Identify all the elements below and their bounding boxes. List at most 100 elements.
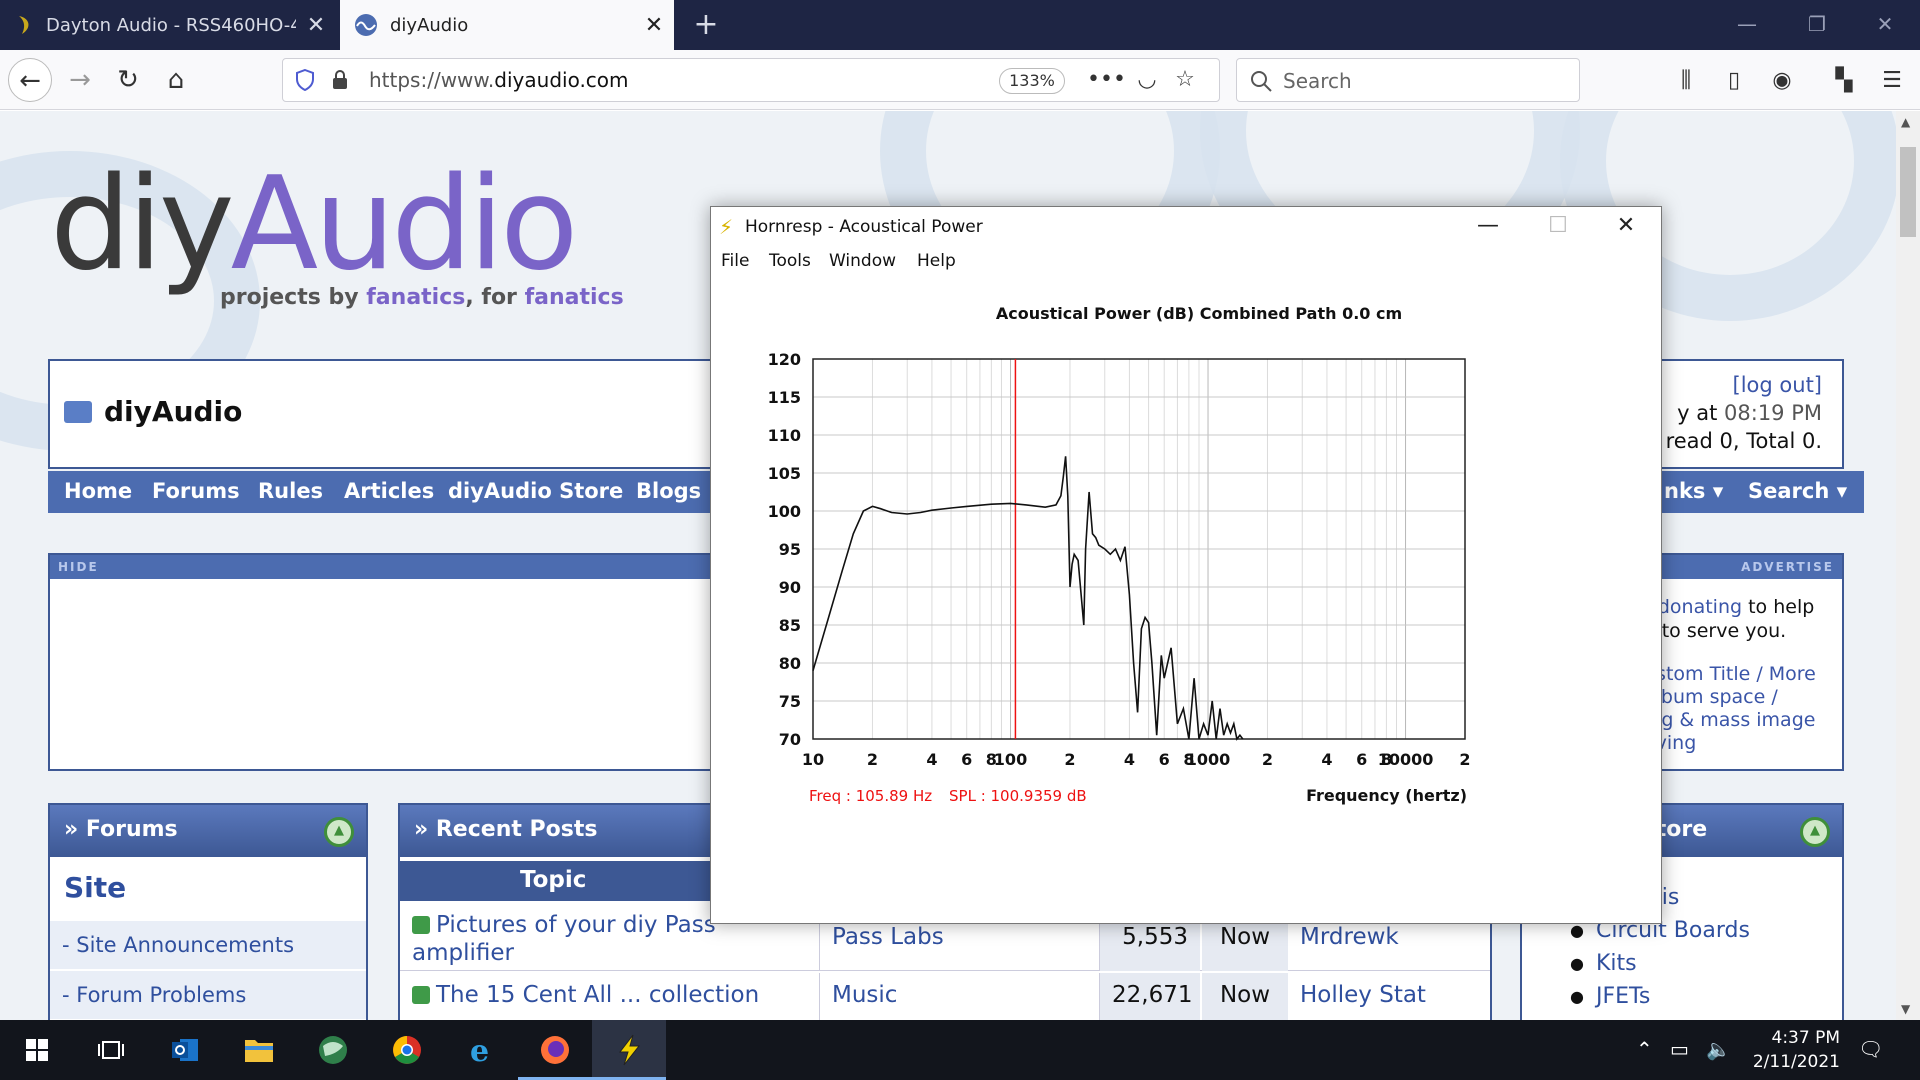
page-scrollbar[interactable]: ▲ ▼ (1896, 111, 1920, 1020)
topic-header-label[interactable]: Topic (520, 867, 586, 893)
system-clock[interactable]: 4:37 PM 2/11/2021 (1753, 1026, 1840, 1074)
topic-cell[interactable]: The 15 Cent All ... collection (400, 973, 820, 1020)
donate-link[interactable]: donating (1658, 596, 1742, 618)
forum-item[interactable]: - Forum Problems (50, 969, 366, 1019)
user-cell[interactable]: Holley Stat (1288, 973, 1488, 1020)
benefit-line: ustom Title / More (1644, 663, 1816, 685)
acoustical-power-series-line (812, 456, 1244, 741)
scroll-thumb[interactable] (1900, 147, 1916, 237)
extensions-icon[interactable]: ▚ (1826, 64, 1862, 98)
taskbar-hornresp[interactable] (592, 1020, 666, 1080)
forum-cell[interactable]: Music (820, 973, 1100, 1020)
menu-file[interactable]: File (721, 251, 749, 271)
taskbar-firefox[interactable] (518, 1020, 592, 1080)
clock-time: 4:37 PM (1771, 1028, 1841, 1048)
hornresp-window[interactable]: ⚡ Hornresp - Acoustical Power — ☐ ✕ File… (710, 206, 1662, 924)
show-hidden-icons-chevron-icon[interactable]: ⌃ (1636, 1037, 1653, 1061)
menu-tools[interactable]: Tools (769, 251, 811, 271)
restore-icon[interactable]: ❐ (1782, 0, 1852, 50)
menu-window[interactable]: Window (829, 251, 896, 271)
nav-forums[interactable]: Forums (152, 479, 240, 503)
url-bar[interactable]: https://www.diyaudio.com 133% ••• ◡ ☆ (282, 58, 1220, 102)
nav-search[interactable]: Search ▾ (1748, 479, 1847, 503)
close-icon[interactable]: ✕ (1591, 207, 1661, 247)
back-button[interactable]: ← (8, 58, 52, 102)
url-domain: diyaudio.com (494, 68, 629, 92)
store-link-kits[interactable]: Kits (1570, 951, 1636, 976)
lightning-bolt-icon: ⚡ (719, 215, 734, 239)
y-tick-label: 75 (779, 692, 801, 711)
nav-articles[interactable]: Articles (344, 479, 434, 503)
menu-hamburger-icon[interactable]: ☰ (1874, 64, 1910, 98)
x-tick-label: 10000 (1378, 750, 1434, 769)
tab-diyaudio[interactable]: diyAudio ✕ (340, 0, 674, 50)
home-button[interactable]: ⌂ (154, 58, 198, 102)
nav-store[interactable]: diyAudio Store (448, 479, 623, 503)
globe-icon (319, 1036, 347, 1064)
forward-button[interactable]: → (58, 58, 102, 102)
close-window-icon[interactable]: ✕ (1850, 0, 1920, 50)
x-tick-label: 10 (802, 750, 824, 769)
y-tick-label: 120 (768, 350, 801, 369)
volume-icon[interactable]: 🔈 (1706, 1037, 1731, 1061)
forum-section-site[interactable]: Site (64, 871, 126, 904)
library-icon[interactable]: ⫼ (1668, 64, 1704, 98)
nav-blogs[interactable]: Blogs (636, 479, 701, 503)
taskbar-outlook[interactable] (148, 1020, 222, 1080)
bookmark-star-icon[interactable]: ☆ (1167, 63, 1203, 97)
topic-title[interactable]: amplifier (412, 940, 514, 966)
zoom-level-badge[interactable]: 133% (999, 68, 1065, 94)
collapse-icon[interactable]: ▲ (324, 817, 354, 847)
benefit-line: ing & mass image (1644, 709, 1816, 731)
new-tab-button[interactable]: + (686, 6, 726, 44)
thread-icon (412, 916, 430, 934)
menu-help[interactable]: Help (917, 251, 956, 271)
topic-title[interactable]: Pictures of your diy Pass (436, 912, 716, 938)
battery-icon[interactable]: ▭ (1670, 1037, 1689, 1061)
reload-button[interactable]: ↻ (106, 58, 150, 102)
task-view-button[interactable] (74, 1020, 148, 1080)
hide-toggle[interactable]: HIDE (58, 560, 99, 574)
sidebar-icon[interactable]: ▯ (1716, 64, 1752, 98)
collapse-icon[interactable]: ▲ (1800, 817, 1830, 847)
nav-links[interactable]: nks ▾ (1664, 479, 1723, 503)
taskbar-chrome[interactable] (370, 1020, 444, 1080)
notifications-icon[interactable]: 🗨 (1858, 1037, 1883, 1061)
account-icon[interactable]: ◉ (1764, 64, 1800, 98)
minimize-icon[interactable]: — (1453, 207, 1523, 247)
last-visit-time: 08:19 PM (1724, 401, 1822, 425)
store-link-jfets[interactable]: JFETs (1570, 984, 1650, 1009)
x-tick-label: 4 (926, 750, 937, 769)
tagline-fanatics: fanatics (524, 285, 624, 310)
windows-taskbar: e ⌃ ▭ 🔈 4:37 PM 2/11/2021 🗨 (0, 1020, 1920, 1080)
table-row[interactable]: The 15 Cent All ... collection Music 22,… (400, 973, 1490, 1020)
forum-item[interactable]: - Site Announcements (50, 919, 366, 969)
hornresp-titlebar[interactable]: ⚡ Hornresp - Acoustical Power — ☐ ✕ (711, 207, 1661, 247)
internet-explorer-icon: e (470, 1034, 489, 1066)
pocket-icon[interactable]: ◡ (1129, 63, 1165, 97)
donate-benefits[interactable]: ustom Title / More album space / ing & m… (1644, 663, 1830, 755)
nav-links-label: nks (1664, 479, 1706, 503)
more-actions-icon[interactable]: ••• (1087, 63, 1126, 97)
x-tick-label: 6 (961, 750, 972, 769)
logout-link[interactable]: [log out] (1666, 371, 1822, 399)
windows-start-button[interactable] (0, 1020, 74, 1080)
nav-home[interactable]: Home (64, 479, 132, 503)
firefox-icon (541, 1036, 569, 1064)
nav-rules[interactable]: Rules (258, 479, 323, 503)
maximize-icon[interactable]: ☐ (1523, 207, 1593, 247)
diyaudio-logo[interactable]: diyAudio projects by fanatics, for fanat… (50, 161, 624, 311)
scroll-down-icon[interactable]: ▼ (1901, 1002, 1910, 1016)
scroll-up-icon[interactable]: ▲ (1901, 115, 1910, 129)
taskbar-internet-explorer[interactable]: e (444, 1020, 518, 1080)
search-box[interactable]: Search (1236, 58, 1580, 102)
topic-title[interactable]: The 15 Cent All ... collection (436, 982, 759, 1008)
taskbar-globe-app[interactable] (296, 1020, 370, 1080)
minimize-icon[interactable]: — (1712, 0, 1782, 50)
close-tab-icon[interactable]: ✕ (296, 13, 336, 38)
taskbar-file-explorer[interactable] (222, 1020, 296, 1080)
tab-dayton-audio[interactable]: Dayton Audio - RSS460HO-4 1 ✕ (0, 0, 336, 50)
clock-date: 2/11/2021 (1752, 1052, 1840, 1072)
close-tab-icon[interactable]: ✕ (634, 13, 674, 38)
lock-icon (333, 70, 347, 89)
